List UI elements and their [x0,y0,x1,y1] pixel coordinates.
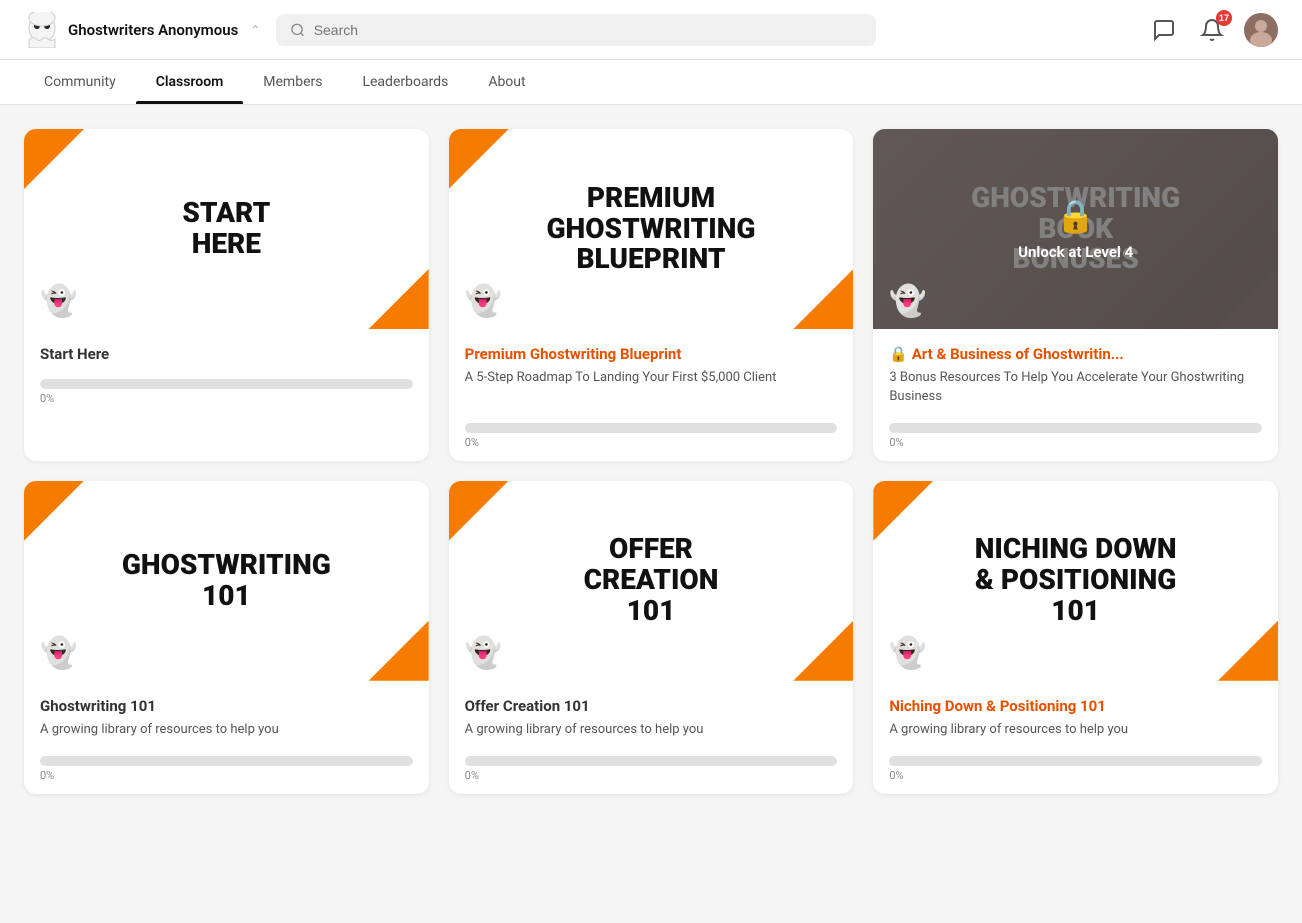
nav-item-members[interactable]: Members [243,60,342,104]
course-card-book-bonuses[interactable]: GHOSTWRITINGBOOKBONUSES 🔒 Unlock at Leve… [873,129,1278,461]
course-card-niching-down[interactable]: NICHING DOWN& POSITIONING101 👻 Niching D… [873,481,1278,794]
card-image-title: GHOSTWRITING101 [102,530,351,632]
card-image-title: PREMIUMGHOSTWRITINGBLUEPRINT [526,163,775,295]
corner-accent-br [793,269,853,329]
progress-label: 0% [889,436,1262,449]
lock-icon: 🔒 [1056,197,1096,235]
card-image-ghostwriting-101: GHOSTWRITING101 👻 [24,481,429,681]
progress-label: 0% [465,769,838,782]
ghost-emoji: 👻 [889,284,926,319]
progress-label: 0% [465,436,838,449]
course-title: Premium Ghostwriting Blueprint [465,345,838,363]
ghost-emoji: 👻 [465,636,502,671]
search-input[interactable] [314,22,863,38]
avatar[interactable] [1244,13,1278,47]
card-progress: 0% [465,756,838,782]
progress-bar-bg [889,756,1262,766]
card-body-start-here: Start Here 0% [24,329,429,461]
card-image-title: NICHING DOWN& POSITIONING101 [955,514,1197,646]
course-title: Start Here [40,345,413,363]
nav-item-classroom[interactable]: Classroom [136,60,244,104]
progress-bar-bg [40,756,413,766]
card-body-premium-blueprint: Premium Ghostwriting Blueprint A 5-Step … [449,329,854,461]
progress-label: 0% [40,769,413,782]
card-image-book-bonuses: GHOSTWRITINGBOOKBONUSES 🔒 Unlock at Leve… [873,129,1278,329]
card-progress: 0% [889,756,1262,782]
card-image-premium-blueprint: PREMIUMGHOSTWRITINGBLUEPRINT 👻 [449,129,854,329]
header: Ghostwriters Anonymous ⌃ 17 [0,0,1302,60]
corner-accent-br [369,621,429,681]
course-card-ghostwriting-101[interactable]: GHOSTWRITING101 👻 Ghostwriting 101 A gro… [24,481,429,794]
card-body-offer-creation-101: Offer Creation 101 A growing library of … [449,681,854,794]
corner-accent-br [793,621,853,681]
corner-accent-tl [24,481,84,541]
brand-logo-icon [24,12,60,48]
ghost-emoji: 👻 [40,636,77,671]
progress-label: 0% [889,769,1262,782]
header-actions: 17 [1148,13,1278,47]
card-image-offer-creation-101: OFFERCREATION101 👻 [449,481,854,681]
course-grid: STARTHERE 👻 Start Here 0% PREMIUMGHOSTWR… [24,129,1278,794]
messages-button[interactable] [1148,14,1180,46]
nav-item-community[interactable]: Community [24,60,136,104]
course-card-start-here[interactable]: STARTHERE 👻 Start Here 0% [24,129,429,461]
course-description: A growing library of resources to help y… [889,721,1262,740]
progress-label: 0% [40,392,413,405]
progress-bar-bg [465,756,838,766]
progress-bar-bg [40,379,413,389]
corner-accent-tl [449,129,509,189]
notification-badge: 17 [1216,10,1232,26]
brand-name: Ghostwriters Anonymous [68,21,238,39]
main-nav: Community Classroom Members Leaderboards… [0,60,1302,105]
progress-bar-bg [889,423,1262,433]
card-body-ghostwriting-101: Ghostwriting 101 A growing library of re… [24,681,429,794]
course-title: Niching Down & Positioning 101 [889,697,1262,715]
messages-icon [1152,18,1176,42]
ghost-emoji: 👻 [40,284,77,319]
card-progress: 0% [40,379,413,405]
card-body-book-bonuses: 🔒 Art & Business of Ghostwritin... 3 Bon… [873,329,1278,461]
avatar-image [1244,13,1278,47]
progress-bar-bg [465,423,838,433]
card-image-niching-down: NICHING DOWN& POSITIONING101 👻 [873,481,1278,681]
card-progress: 0% [465,423,838,449]
search-icon [290,22,305,38]
chevron-icon: ⌃ [250,23,260,37]
card-image-title: STARTHERE [162,178,290,280]
course-description: 3 Bonus Resources To Help You Accelerate… [889,369,1262,407]
lock-overlay: 🔒 Unlock at Level 4 [873,129,1278,329]
corner-accent-br [1218,621,1278,681]
card-body-niching-down: Niching Down & Positioning 101 A growing… [873,681,1278,794]
corner-accent-br [369,269,429,329]
notifications-button[interactable]: 17 [1196,14,1228,46]
course-description: A growing library of resources to help y… [465,721,838,740]
nav-item-leaderboards[interactable]: Leaderboards [342,60,468,104]
card-progress: 0% [889,423,1262,449]
lock-text: Unlock at Level 4 [1018,243,1133,261]
card-image-start-here: STARTHERE 👻 [24,129,429,329]
course-title: 🔒 Art & Business of Ghostwritin... [889,345,1262,363]
brand: Ghostwriters Anonymous ⌃ [24,12,260,48]
card-progress: 0% [40,756,413,782]
course-description: A 5-Step Roadmap To Landing Your First $… [465,369,838,407]
course-description: A growing library of resources to help y… [40,721,413,740]
course-title: Offer Creation 101 [465,697,838,715]
course-card-premium-blueprint[interactable]: PREMIUMGHOSTWRITINGBLUEPRINT 👻 Premium G… [449,129,854,461]
ghost-emoji: 👻 [465,284,502,319]
course-title: Ghostwriting 101 [40,697,413,715]
corner-accent-tl [449,481,509,541]
card-image-title: OFFERCREATION101 [564,514,739,646]
course-card-offer-creation-101[interactable]: OFFERCREATION101 👻 Offer Creation 101 A … [449,481,854,794]
corner-accent-tl [873,481,933,541]
ghost-emoji: 👻 [889,636,926,671]
main-content: STARTHERE 👻 Start Here 0% PREMIUMGHOSTWR… [0,105,1302,818]
corner-accent-tl [24,129,84,189]
nav-item-about[interactable]: About [468,60,545,104]
search-bar[interactable] [276,14,876,46]
